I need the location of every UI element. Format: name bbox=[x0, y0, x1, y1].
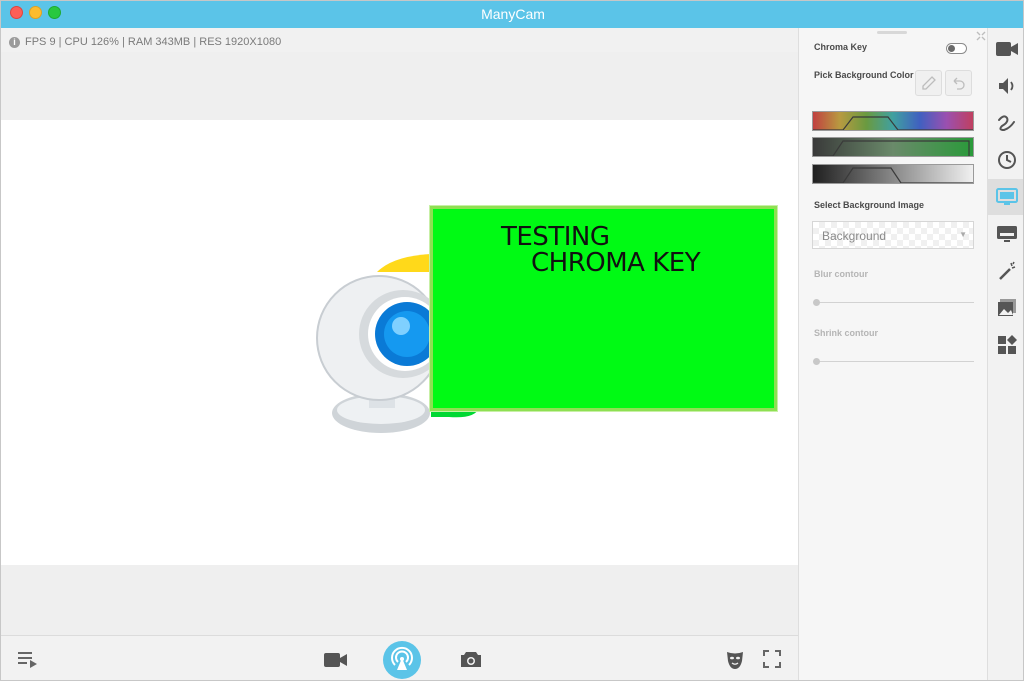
shrink-contour-label: Shrink contour bbox=[814, 328, 879, 338]
chroma-key-toggle[interactable] bbox=[946, 43, 967, 54]
chevron-down-icon: ▼ bbox=[959, 230, 967, 239]
status-text: FPS 9 | CPU 126% | RAM 343MB | RES 1920X… bbox=[25, 36, 282, 48]
manycam-window: ManyCam i FPS 9 | CPU 126% | RAM 343MB |… bbox=[0, 0, 1024, 681]
pick-background-color-label: Pick Background Color bbox=[814, 70, 914, 80]
feature-rail bbox=[987, 28, 1023, 680]
reset-color-button[interactable] bbox=[945, 70, 972, 96]
chroma-key-panel: Chroma Key Pick Background Color Select … bbox=[798, 28, 987, 680]
status-bar: i FPS 9 | CPU 126% | RAM 343MB | RES 192… bbox=[9, 35, 281, 49]
preview-letterbox-top bbox=[1, 52, 798, 120]
speaker-icon[interactable] bbox=[988, 68, 1023, 104]
background-image-select[interactable]: Background ▼ bbox=[812, 221, 974, 249]
collapse-panel-icon[interactable] bbox=[976, 31, 986, 41]
snapshot-icon[interactable] bbox=[460, 650, 482, 673]
broadcast-button[interactable] bbox=[383, 641, 421, 679]
shrink-contour-slider[interactable] bbox=[813, 358, 974, 365]
video-preview[interactable]: TESTING CHROMA KEY bbox=[1, 120, 798, 565]
luminance-range-slider[interactable] bbox=[812, 164, 974, 184]
panel-drag-handle[interactable] bbox=[877, 31, 907, 34]
mask-icon[interactable] bbox=[726, 650, 744, 675]
eyedropper-icon bbox=[922, 76, 936, 90]
video-camera-icon[interactable] bbox=[988, 31, 1023, 67]
title-bar: ManyCam bbox=[1, 1, 1023, 28]
background-select-value: Background bbox=[822, 229, 887, 243]
overlay-text-line2: CHROMA KEY bbox=[531, 248, 701, 278]
magic-wand-icon[interactable] bbox=[988, 253, 1023, 289]
bottom-toolbar bbox=[1, 635, 798, 680]
fullscreen-icon[interactable] bbox=[763, 650, 781, 673]
chroma-key-title: Chroma Key bbox=[814, 42, 868, 52]
overlay-text-line1: TESTING bbox=[501, 222, 610, 252]
widgets-icon[interactable] bbox=[988, 327, 1023, 363]
select-background-image-label: Select Background Image bbox=[814, 200, 925, 210]
clock-icon[interactable] bbox=[988, 142, 1023, 178]
saturation-range-slider[interactable] bbox=[812, 137, 974, 157]
main-area: i FPS 9 | CPU 126% | RAM 343MB | RES 192… bbox=[1, 28, 798, 680]
broadcast-icon bbox=[391, 646, 413, 670]
hue-range-slider[interactable] bbox=[812, 111, 974, 131]
blur-contour-slider[interactable] bbox=[813, 299, 974, 306]
shrink-contour-knob[interactable] bbox=[813, 358, 820, 365]
undo-icon bbox=[953, 77, 965, 90]
info-icon: i bbox=[9, 36, 20, 48]
draw-icon[interactable] bbox=[988, 105, 1023, 141]
record-video-icon[interactable] bbox=[324, 652, 348, 673]
blur-contour-knob[interactable] bbox=[813, 299, 820, 306]
window-title: ManyCam bbox=[481, 6, 545, 22]
playlist-icon[interactable] bbox=[17, 650, 39, 673]
chroma-key-icon[interactable] bbox=[988, 179, 1023, 215]
preview-letterbox-bottom bbox=[1, 565, 798, 635]
chroma-green-overlay: TESTING CHROMA KEY bbox=[430, 206, 777, 411]
lower-third-icon[interactable] bbox=[988, 216, 1023, 252]
eyedropper-button[interactable] bbox=[915, 70, 942, 96]
images-icon[interactable] bbox=[988, 290, 1023, 326]
blur-contour-label: Blur contour bbox=[814, 269, 868, 279]
